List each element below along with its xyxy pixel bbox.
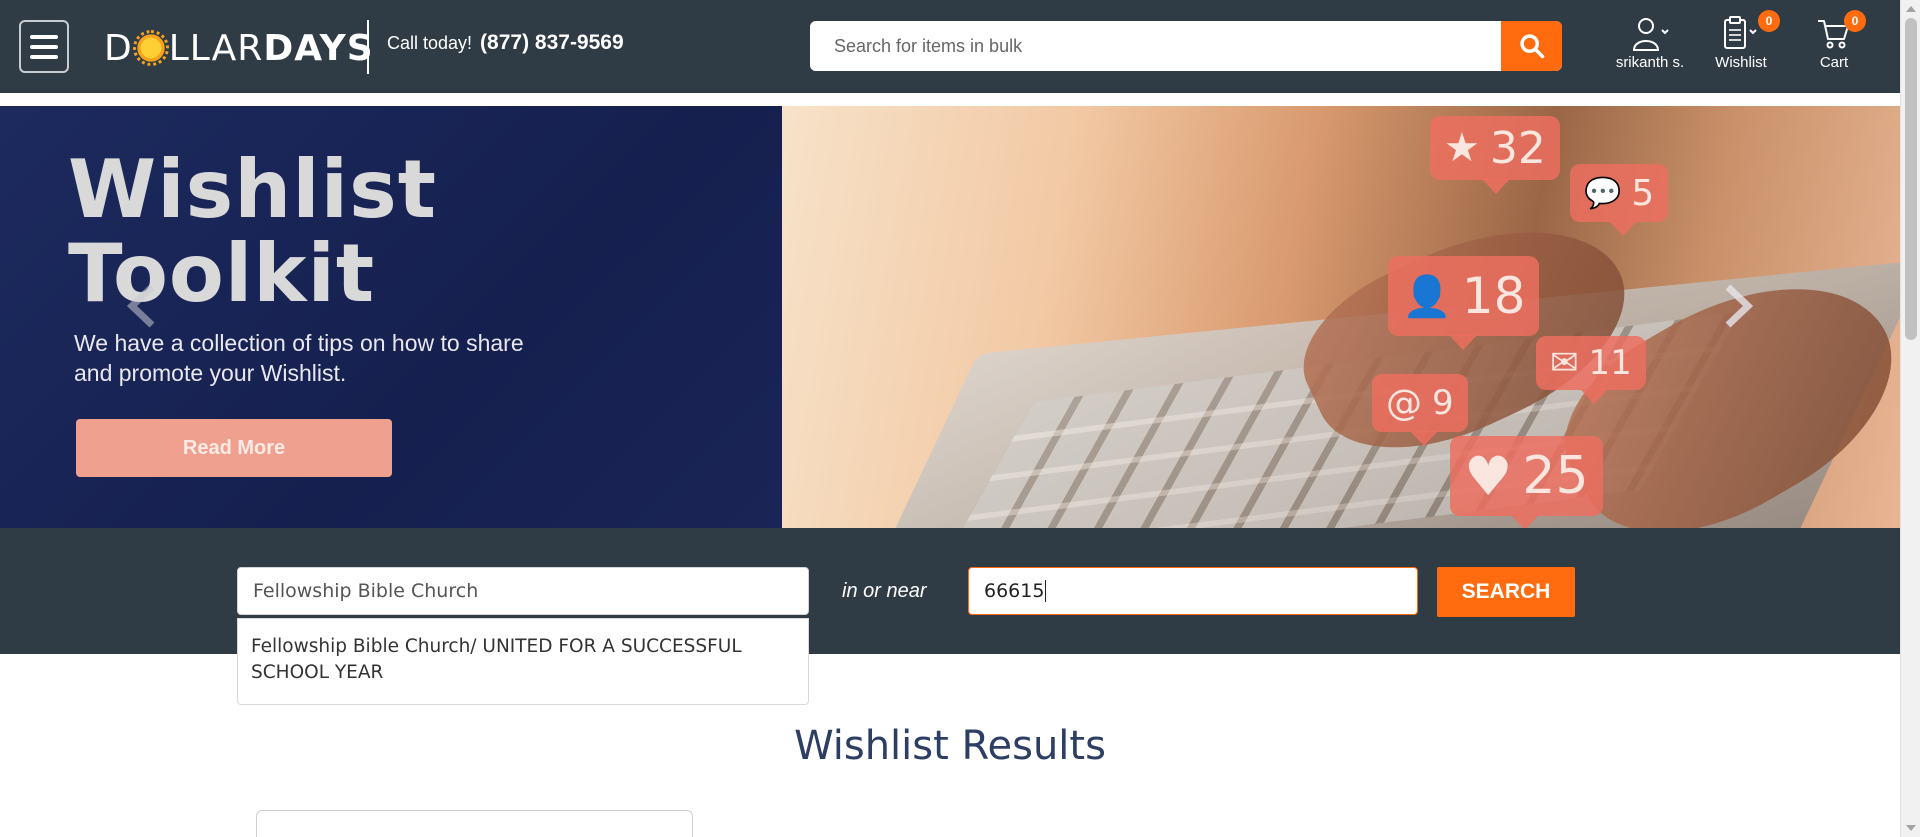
dollardays-logo[interactable]: D LLAR DAYS — [104, 27, 374, 69]
bubble-value: 9 — [1432, 383, 1454, 423]
scroll-thumb[interactable] — [1905, 18, 1917, 340]
banner-title-line1: Wishlist — [68, 143, 437, 236]
bubble-value: 18 — [1461, 267, 1526, 325]
comment-icon: 💬 — [1584, 175, 1622, 211]
suggestion-text: Fellowship Bible Church/ UNITED FOR A SU… — [251, 636, 742, 683]
at-icon: @ — [1386, 382, 1422, 424]
sun-logo-icon — [132, 30, 169, 66]
menu-bar-icon — [30, 44, 58, 49]
user-icon — [1632, 18, 1669, 51]
wishlist-search-button[interactable]: SEARCH — [1437, 567, 1575, 617]
header-search-button[interactable] — [1501, 21, 1562, 71]
bubble-value: 32 — [1489, 122, 1546, 174]
mail-bubble: ✉ 11 — [1536, 336, 1646, 404]
cart-label: Cart — [1819, 54, 1849, 71]
comment-bubble: 💬 5 — [1570, 164, 1669, 236]
logo-text-start: D — [104, 27, 133, 69]
menu-bar-icon — [30, 34, 58, 39]
call-label: Call today! — [387, 33, 473, 53]
phone-number-link[interactable]: (877) 837-9569 — [480, 31, 624, 55]
scroll-down-arrow-icon[interactable] — [1906, 825, 1916, 831]
header-divider — [367, 20, 369, 74]
header-search — [810, 21, 1562, 71]
user-bubble: 👤 18 — [1388, 256, 1540, 350]
mail-icon: ✉ — [1550, 343, 1579, 383]
heart-icon: ♥ — [1464, 444, 1513, 508]
account-menu[interactable]: srikanth s. — [1612, 14, 1688, 71]
page: D LLAR DAYS Call today! (877) 837-9569 S… — [0, 0, 1920, 837]
scroll-up-arrow-icon[interactable] — [1906, 6, 1916, 12]
in-or-near-label: in or near — [842, 580, 927, 602]
heart-bubble: ♥ 25 — [1450, 436, 1603, 528]
header-separator — [0, 93, 1900, 105]
star-bubble: ★ 32 — [1430, 116, 1560, 194]
menu-bar-icon — [30, 54, 58, 59]
zip-code-input[interactable]: 66615 — [968, 567, 1418, 615]
at-bubble: @ 9 — [1372, 374, 1468, 446]
bubble-value: 11 — [1588, 343, 1632, 383]
search-icon — [1519, 34, 1544, 59]
wishlist-count-badge: 0 — [1758, 10, 1780, 32]
results-heading: Wishlist Results — [794, 723, 1106, 769]
chevron-left-icon — [126, 284, 155, 328]
hamburger-menu-button[interactable] — [19, 20, 69, 73]
logo-text-end: DAYS — [263, 27, 374, 69]
call-today: Call today! (877) 837-9569 — [387, 31, 624, 55]
carousel-prev-arrow[interactable] — [124, 282, 160, 342]
user-icon: 👤 — [1402, 273, 1452, 320]
bubble-value: 25 — [1522, 446, 1589, 506]
account-label: srikanth s. — [1615, 54, 1685, 71]
wishlist-menu[interactable]: 0 Wishlist — [1711, 10, 1780, 71]
cart-menu[interactable]: 0 Cart — [1808, 10, 1866, 71]
wishlist-clipboard-icon — [1724, 16, 1757, 49]
zip-code-value: 66615 — [984, 580, 1045, 602]
top-header: D LLAR DAYS Call today! (877) 837-9569 S… — [0, 0, 1900, 93]
result-card[interactable] — [256, 810, 693, 837]
logo-text-middle: LLAR — [168, 27, 264, 69]
cart-count-badge: 0 — [1844, 10, 1866, 32]
star-icon: ★ — [1444, 125, 1480, 171]
organization-name-value: Fellowship Bible Church — [253, 580, 479, 602]
read-more-button[interactable]: Read More — [76, 419, 392, 477]
bubble-value: 5 — [1631, 172, 1655, 214]
autocomplete-suggestion[interactable]: Fellowship Bible Church/ UNITED FOR A SU… — [237, 618, 809, 705]
carousel-next-arrow[interactable] — [1720, 282, 1756, 342]
text-caret — [1045, 580, 1047, 602]
page-scrollbar[interactable] — [1900, 0, 1920, 837]
banner-text-panel: Wishlist Toolkit We have a collection of… — [0, 106, 782, 528]
wishlist-label: Wishlist — [1715, 54, 1767, 71]
organization-name-input[interactable]: Fellowship Bible Church — [237, 567, 809, 615]
header-search-input[interactable] — [810, 21, 1500, 71]
chevron-right-icon — [1725, 284, 1754, 328]
hero-carousel: Wishlist Toolkit We have a collection of… — [0, 106, 1900, 528]
